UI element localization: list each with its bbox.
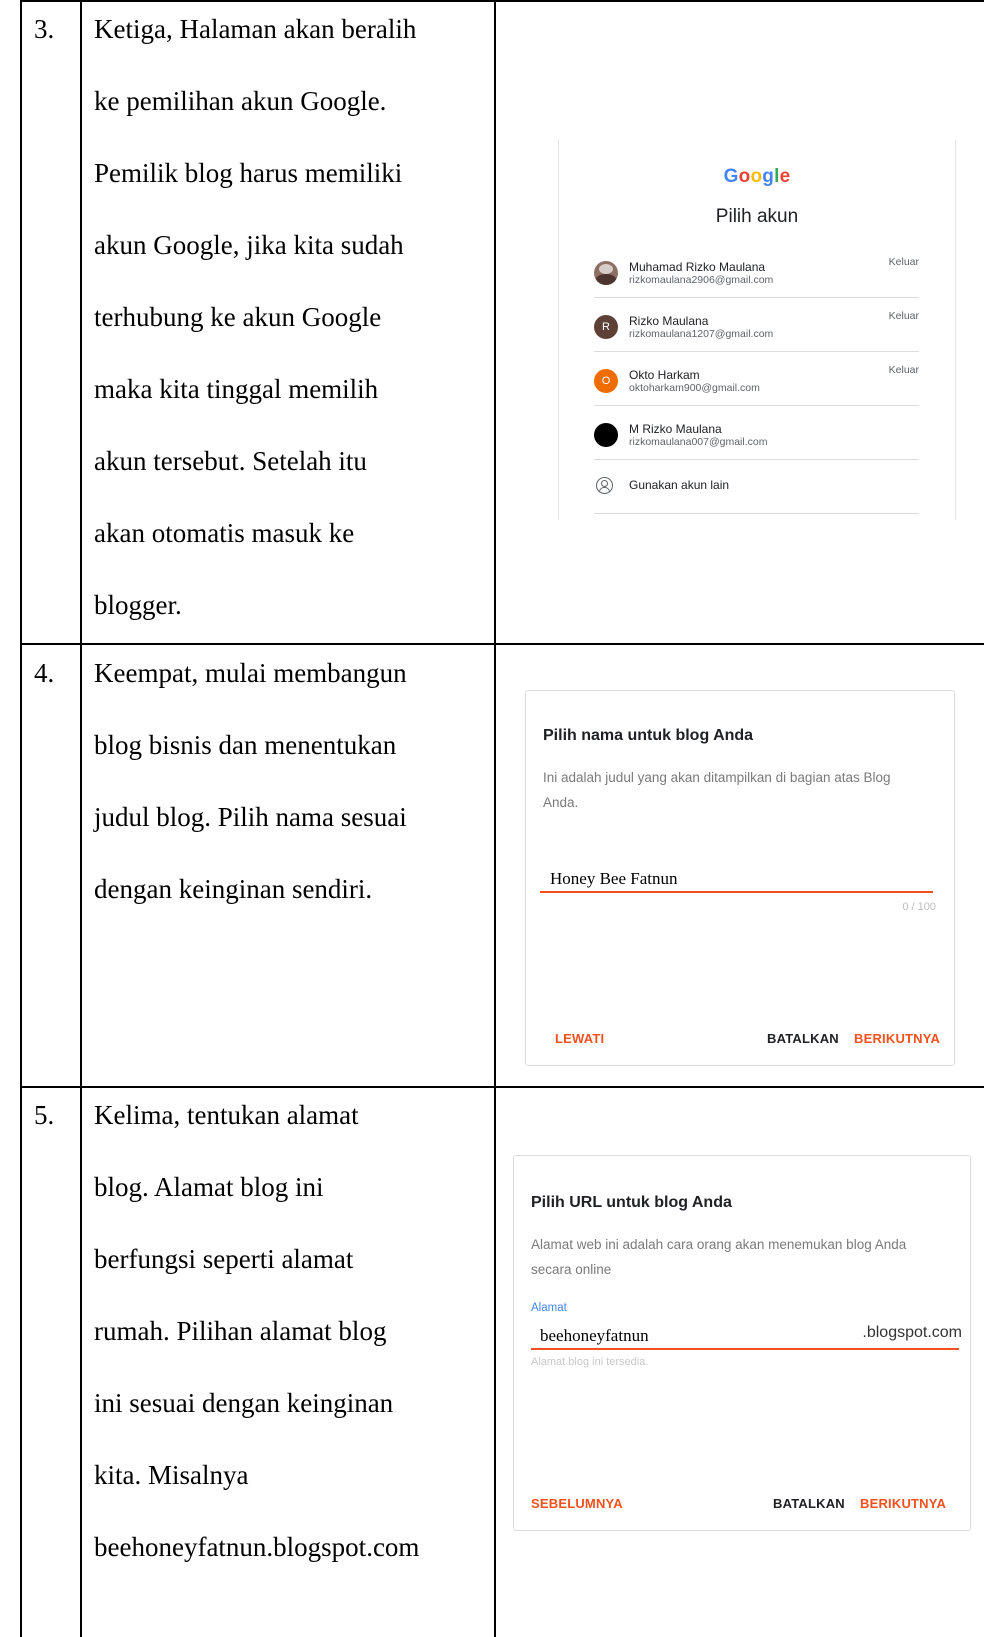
avatar: O — [594, 369, 618, 393]
domain-suffix: .blogspot.com — [862, 1324, 962, 1341]
dialog-title: Pilih nama untuk blog Anda — [543, 727, 754, 744]
logo-letter: g — [762, 166, 775, 187]
input-underline — [540, 891, 933, 893]
text-line: blogger. — [94, 590, 182, 620]
chooser-title: Pilih akun — [715, 206, 799, 227]
account-item[interactable]: M Rizko Maulana rizkomaulana007@gmail.co… — [594, 406, 919, 460]
description-line: Anda. — [543, 795, 579, 810]
account-item[interactable]: Muhamad Rizko Maulana rizkomaulana2906@g… — [594, 244, 919, 298]
account-email: rizkomaulana007@gmail.com — [629, 436, 768, 448]
next-button[interactable]: BERIKUTNYA — [854, 1031, 940, 1046]
table-left-border — [20, 0, 22, 1637]
text-line: maka kita tinggal memilih — [94, 374, 379, 404]
avatar — [594, 261, 618, 285]
cancel-button[interactable]: BATALKAN — [767, 1031, 839, 1046]
row-divider — [20, 1086, 984, 1088]
description-line: Alamat web ini adalah cara orang akan me… — [531, 1237, 907, 1252]
input-underline — [531, 1348, 959, 1350]
text-line: Ketiga, Halaman akan beralih — [94, 14, 417, 44]
text-line: blog. Alamat blog ini — [94, 1172, 324, 1202]
skip-button[interactable]: LEWATI — [555, 1031, 604, 1046]
google-logo: Google — [559, 166, 955, 188]
text-line: berfungsi seperti alamat — [94, 1244, 354, 1274]
address-label: Alamat — [531, 1302, 567, 1314]
use-another-account[interactable]: Gunakan akun lain — [594, 460, 919, 514]
avatar — [594, 423, 618, 447]
description-line: Ini adalah judul yang akan ditampilkan d… — [543, 770, 891, 785]
google-account-chooser: Google Pilih akun Muhamad Rizko Maulana … — [558, 140, 956, 520]
text-line: akan otomatis masuk ke — [94, 518, 355, 548]
text-line: ke pemilihan akun Google. — [94, 86, 387, 116]
account-name: M Rizko Maulana — [629, 422, 722, 436]
blog-title-input[interactable]: Honey Bee Fatnun — [550, 869, 677, 889]
logo-letter: o — [738, 166, 751, 187]
row-number: 3. — [34, 14, 55, 44]
next-button[interactable]: BERIKUTNYA — [860, 1496, 946, 1511]
account-email: rizkomaulana2906@gmail.com — [629, 274, 774, 286]
dialog-description: Alamat web ini adalah cara orang akan me… — [531, 1232, 961, 1282]
column-divider — [494, 0, 496, 1637]
dialog-title: Pilih URL untuk blog Anda — [531, 1194, 732, 1211]
text-line: judul blog. Pilih nama sesuai — [94, 802, 407, 832]
previous-button[interactable]: SEBELUMNYA — [531, 1496, 623, 1511]
account-name: Okto Harkam — [629, 368, 700, 382]
logo-letter: G — [723, 166, 739, 187]
column-divider — [80, 0, 82, 1637]
table-top-border — [20, 0, 984, 2]
account-email: oktoharkam900@gmail.com — [629, 382, 760, 394]
logo-letter: e — [779, 166, 791, 187]
account-item[interactable]: O Okto Harkam oktoharkam900@gmail.com Ke… — [594, 352, 919, 406]
text-line: akun Google, jika kita sudah — [94, 230, 404, 260]
row-number: 4. — [34, 658, 55, 688]
sign-out-link[interactable]: Keluar — [889, 310, 919, 322]
blog-url-dialog: Pilih URL untuk blog Anda Alamat web ini… — [513, 1155, 971, 1531]
sign-out-link[interactable]: Keluar — [889, 256, 919, 268]
text-line: Pemilik blog harus memiliki — [94, 158, 403, 188]
account-email: rizkomaulana1207@gmail.com — [629, 328, 774, 340]
account-name: Rizko Maulana — [629, 314, 709, 328]
account-item[interactable]: R Rizko Maulana rizkomaulana1207@gmail.c… — [594, 298, 919, 352]
cancel-button[interactable]: BATALKAN — [773, 1496, 845, 1511]
row-number: 5. — [34, 1100, 55, 1130]
text-line: kita. Misalnya — [94, 1460, 249, 1490]
text-line: terhubung ke akun Google — [94, 302, 382, 332]
char-counter: 0 / 100 — [902, 901, 936, 913]
text-line: rumah. Pilihan alamat blog — [94, 1316, 387, 1346]
blog-name-dialog: Pilih nama untuk blog Anda Ini adalah ju… — [525, 690, 955, 1066]
text-line: Keempat, mulai membangun — [94, 658, 407, 688]
account-name: Muhamad Rizko Maulana — [629, 260, 766, 274]
description-line: secara online — [531, 1262, 612, 1277]
text-line: ini sesuai dengan keinginan — [94, 1388, 394, 1418]
logo-letter: o — [750, 166, 763, 187]
avatar: R — [594, 315, 618, 339]
text-line: beehoneyfatnun.blogspot.com — [94, 1532, 420, 1562]
text-line: Kelima, tentukan alamat — [94, 1100, 359, 1130]
dialog-description: Ini adalah judul yang akan ditampilkan d… — [543, 765, 943, 815]
text-line: akun tersebut. Setelah itu — [94, 446, 367, 476]
sign-out-link[interactable]: Keluar — [889, 364, 919, 376]
text-line: blog bisnis dan menentukan — [94, 730, 397, 760]
account-circle-icon — [596, 477, 613, 494]
availability-hint: Alamat blog ini tersedia. — [531, 1356, 649, 1368]
blog-address-input[interactable]: beehoneyfatnun — [540, 1326, 649, 1346]
row-divider — [20, 643, 984, 645]
other-account-label: Gunakan akun lain — [629, 478, 730, 492]
text-line: dengan keinginan sendiri. — [94, 874, 373, 904]
